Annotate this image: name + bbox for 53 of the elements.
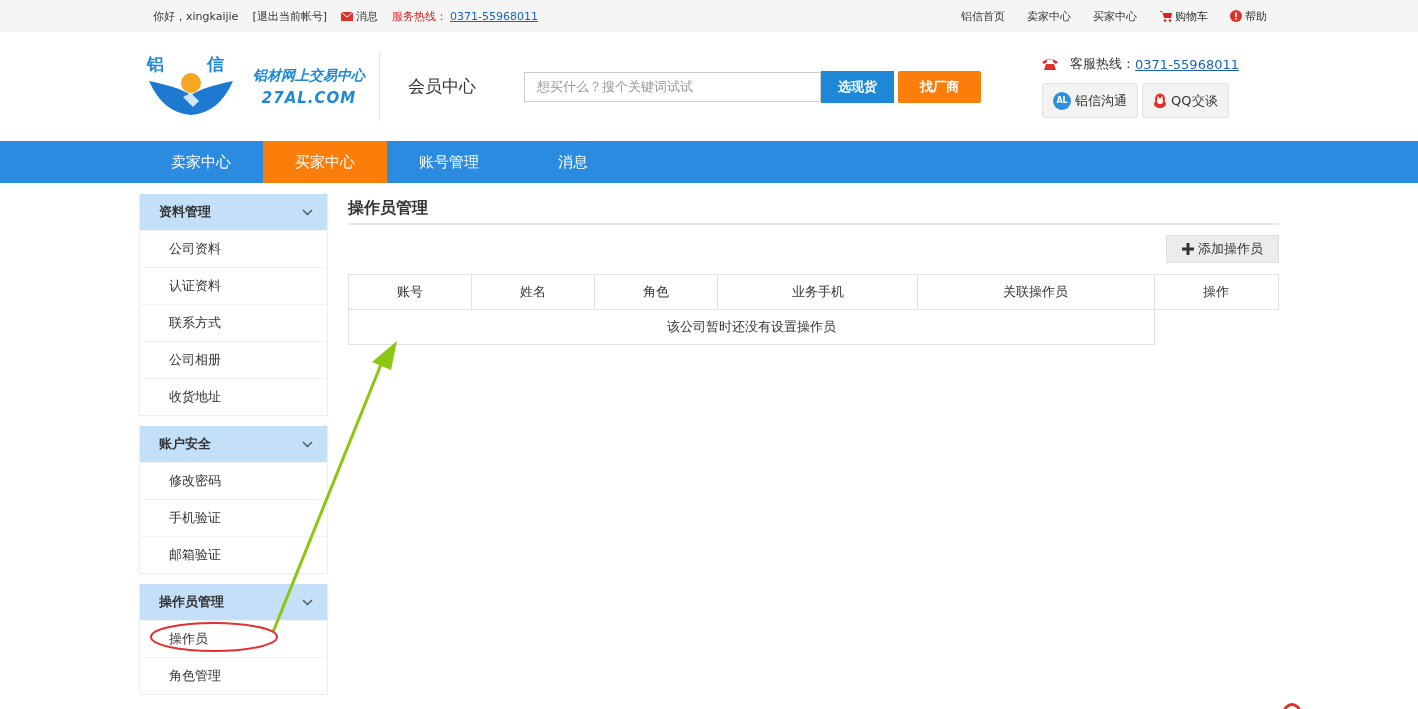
cart-icon [1159,10,1172,22]
penguin-icon [1153,92,1168,109]
hotline-number-link[interactable]: 0371-55968011 [449,9,538,23]
column-header: 角色 [594,274,718,310]
search-field[interactable]: 想买什么？搜个关键词试试 [524,71,821,102]
top-nav-link[interactable]: 买家中心 [1093,8,1137,24]
sidebar-item[interactable]: 修改密码 [140,462,327,499]
service-hotline-label: 客服热线： [1070,55,1136,73]
sidebar-item[interactable]: 手机验证 [140,499,327,536]
messages-link[interactable]: 消息 [355,8,378,24]
sidebar-item[interactable]: 公司资料 [140,230,327,267]
plus-icon [1182,243,1194,255]
service-hotline-link[interactable]: 0371-55968011 [1135,56,1239,72]
add-operator-button[interactable]: 添加操作员 [1166,235,1279,263]
sidebar-group-header[interactable]: 资料管理 [140,194,327,230]
top-nav-link[interactable]: 帮助 [1245,8,1267,24]
sidebar-item[interactable]: 联系方式 [140,304,327,341]
logo-character: 铝 [147,52,164,76]
empty-table-message: 该公司暂时还没有设置操作员 [348,309,1155,345]
sidebar-group-header[interactable]: 操作员管理 [140,584,327,620]
logo-character: 信 [207,52,224,76]
column-header: 操作 [1154,274,1279,310]
nav-tab[interactable]: 消息 [511,141,635,183]
nav-tab[interactable]: 卖家中心 [139,141,263,183]
telephone-icon [1042,58,1059,70]
hotline-label: 服务热线： [391,8,447,24]
column-header: 姓名 [471,274,595,310]
chat-bubble-icon: AL [1053,91,1072,110]
sidebar-item[interactable]: 公司相册 [140,341,327,378]
top-nav-link[interactable]: 铝信首页 [961,8,1005,24]
column-header: 业务手机 [717,274,918,310]
logout-link[interactable]: [退出当前帐号] [252,8,327,24]
nav-tab[interactable]: 账号管理 [387,141,511,183]
column-header: 关联操作员 [917,274,1155,310]
top-nav-link[interactable]: 卖家中心 [1027,8,1071,24]
chat-button[interactable]: QQ交谈 [1142,83,1229,118]
logo-slogan: 铝材网上交易中心 [253,66,365,85]
search-button[interactable]: 选现货 [821,70,894,103]
column-header: 账号 [348,274,472,310]
page-title: 操作员管理 [348,194,1279,225]
sidebar-item[interactable]: 收货地址 [140,378,327,415]
sidebar-item[interactable]: 邮箱验证 [140,536,327,573]
greeting-text: 你好，xingkaijie [153,8,239,24]
alert-icon [1230,10,1242,22]
member-center-title: 会员中心 [408,75,477,98]
sidebar-item[interactable]: 角色管理 [140,657,327,694]
chat-button[interactable]: AL 铝信沟通 [1042,83,1139,118]
sidebar-group-header[interactable]: 账户安全 [140,426,327,462]
logo-domain: 27AL.COM [261,88,357,107]
sidebar-item[interactable]: 操作员 [140,620,327,657]
envelope-icon [340,11,353,21]
sidebar-item[interactable]: 认证资料 [140,267,327,304]
top-nav-link[interactable]: 购物车 [1175,8,1208,24]
